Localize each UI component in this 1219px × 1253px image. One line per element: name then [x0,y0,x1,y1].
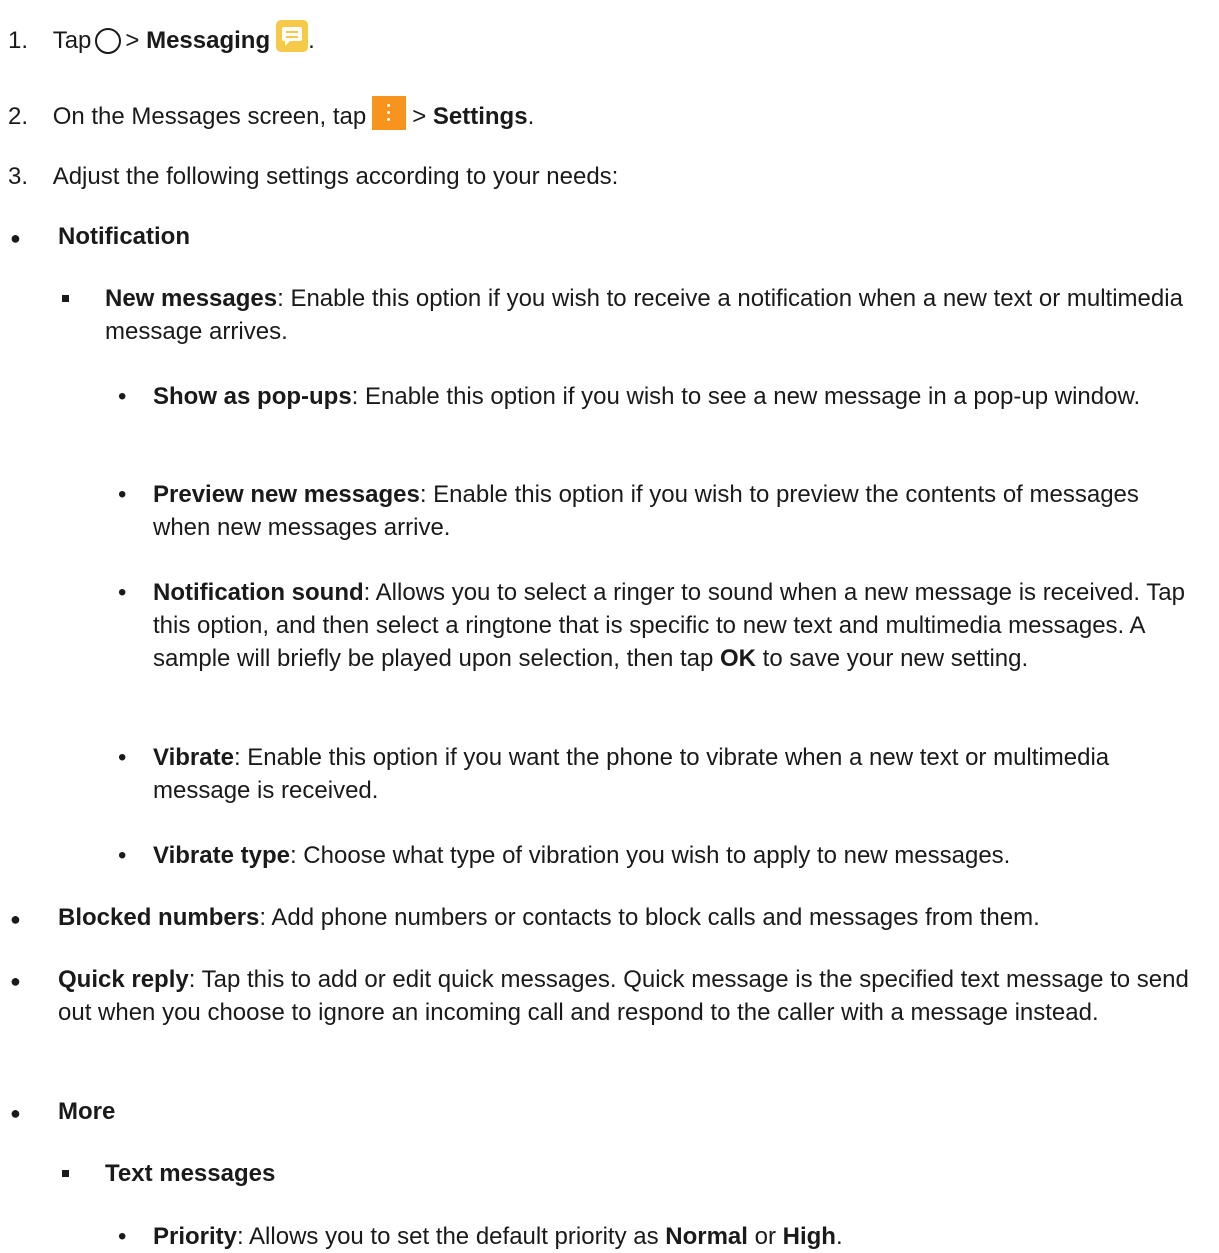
term: Notification sound [153,579,364,606]
show-popups-item: Show as pop-ups: Enable this option if y… [153,380,1193,413]
bullet-icon: ● [10,909,21,929]
desc: : Choose what type of vibration you wish… [289,842,1011,869]
new-messages-item: New messages: Enable this option if you … [105,282,1185,348]
bullet-icon: • [118,1223,127,1250]
bullet-icon: ● [10,971,21,991]
bullet-icon: • [118,579,127,606]
desc: : Add phone numbers or contacts to block… [259,904,1040,931]
notification-heading: Notification [58,223,190,250]
term: Quick reply [58,966,189,993]
term: Show as pop-ups [153,383,352,410]
step-number: 3. [8,163,29,190]
step-end: . [527,103,535,130]
term: Priority [153,1223,238,1250]
bullet-icon: • [118,744,127,771]
or-text: or [747,1223,783,1250]
bullet-icon: • [118,383,127,410]
square-bullet-icon [62,1157,69,1190]
more-heading: More [58,1098,116,1125]
desc: : Enable this option if you want the pho… [153,744,1110,804]
square-bullet-icon [62,282,69,315]
bullet-icon: ● [10,228,21,248]
end-text: . [835,1223,843,1250]
term: New messages [105,285,278,312]
high-label: High [782,1223,836,1250]
term: Preview new messages [153,481,420,508]
step-2: 2. On the Messages screen, tap > Settings… [8,96,534,133]
step-text: On the Messages screen, tap [52,103,367,130]
more-options-icon [372,96,407,130]
desc: : Enable this option if you wish to see … [351,383,1141,410]
bullet-icon: • [118,481,127,508]
term: Vibrate [153,744,234,771]
step-1: 1. Tap > Messaging. [8,20,315,57]
preview-item: Preview new messages: Enable this option… [153,478,1193,544]
step-text: Tap [52,27,92,54]
bullet-icon: • [118,842,127,869]
priority-item: Priority: Allows you to set the default … [153,1220,843,1253]
desc-end: to save your new setting. [756,645,1029,672]
text-messages-heading: Text messages [105,1160,276,1187]
vibrate-item: Vibrate: Enable this option if you want … [153,741,1193,807]
messaging-app-icon [276,20,309,52]
desc: : Allows you to set the default priority… [237,1223,666,1250]
home-circle-icon [95,28,122,54]
step-end: . [308,27,315,54]
step-3: 3. Adjust the following settings accordi… [8,160,618,193]
notification-sound-item: Notification sound: Allows you to select… [153,576,1193,675]
step-number: 1. [8,27,29,54]
term: Vibrate type [153,842,290,869]
term: Blocked numbers [58,904,260,931]
normal-label: Normal [665,1223,748,1250]
settings-label: Settings [432,103,528,130]
separator: > [412,103,433,130]
quick-reply-item: Quick reply: Tap this to add or edit qui… [58,963,1208,1029]
step-text: Adjust the following settings according … [52,163,619,190]
blocked-numbers-item: Blocked numbers: Add phone numbers or co… [58,901,1208,934]
step-number: 2. [8,103,29,130]
desc: : Tap this to add or edit quick messages… [58,966,1189,1026]
messaging-label: Messaging [146,27,271,54]
bullet-icon: ● [10,1103,21,1123]
separator: > [125,27,140,54]
ok-label: OK [720,645,756,672]
vibrate-type-item: Vibrate type: Choose what type of vibrat… [153,839,1193,872]
